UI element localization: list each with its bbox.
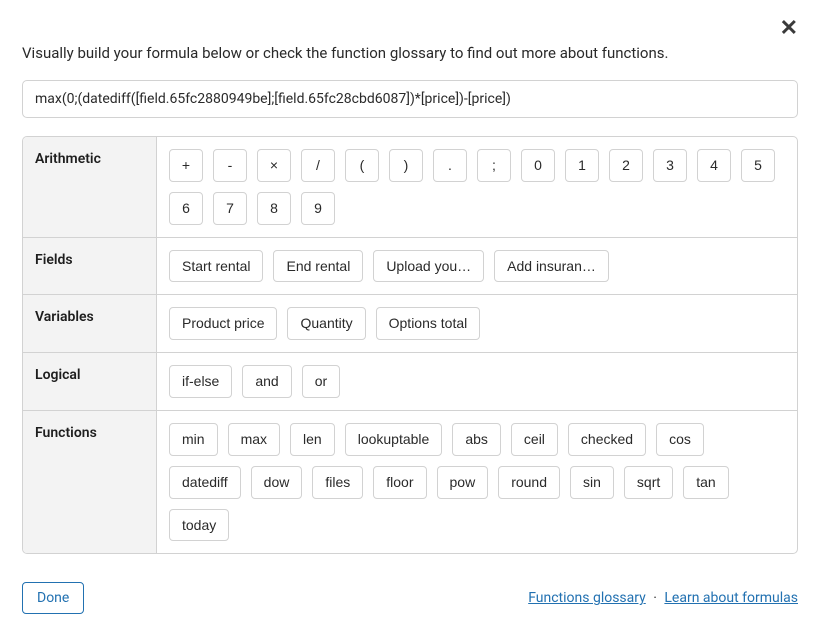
fn-checked[interactable]: checked [568, 423, 646, 456]
row-label: Functions [23, 411, 157, 553]
done-button[interactable]: Done [22, 582, 84, 614]
var-quantity[interactable]: Quantity [287, 307, 365, 340]
fn-len[interactable]: len [290, 423, 335, 456]
token-6[interactable]: 6 [169, 192, 203, 225]
row-arithmetic: Arithmetic + - × / ( ) . ; 0 1 2 3 4 5 6… [23, 137, 797, 238]
fn-max[interactable]: max [228, 423, 280, 456]
fn-cos[interactable]: cos [656, 423, 704, 456]
fn-lookuptable[interactable]: lookuptable [345, 423, 443, 456]
token-1[interactable]: 1 [565, 149, 599, 182]
token-7[interactable]: 7 [213, 192, 247, 225]
field-end-rental[interactable]: End rental [273, 250, 363, 283]
footer: Done Functions glossary · Learn about fo… [22, 582, 798, 614]
token-3[interactable]: 3 [653, 149, 687, 182]
token-4[interactable]: 4 [697, 149, 731, 182]
intro-text: Visually build your formula below or che… [22, 44, 798, 62]
token-semicolon[interactable]: ; [477, 149, 511, 182]
token-dot[interactable]: . [433, 149, 467, 182]
fn-round[interactable]: round [498, 466, 560, 499]
token-rparen[interactable]: ) [389, 149, 423, 182]
logical-ifelse[interactable]: if-else [169, 365, 232, 398]
row-functions: Functions min max len lookuptable abs ce… [23, 411, 797, 553]
token-8[interactable]: 8 [257, 192, 291, 225]
row-label: Variables [23, 295, 157, 352]
field-start-rental[interactable]: Start rental [169, 250, 263, 283]
fn-sin[interactable]: sin [570, 466, 614, 499]
field-upload[interactable]: Upload you… [373, 250, 484, 283]
row-content: Product price Quantity Options total [157, 295, 797, 352]
functions-glossary-link[interactable]: Functions glossary [528, 590, 646, 606]
row-label: Fields [23, 238, 157, 295]
row-label: Logical [23, 353, 157, 410]
token-minus[interactable]: - [213, 149, 247, 182]
row-fields: Fields Start rental End rental Upload yo… [23, 238, 797, 296]
footer-links: Functions glossary · Learn about formula… [528, 590, 798, 606]
fn-tan[interactable]: tan [683, 466, 728, 499]
var-options-total[interactable]: Options total [376, 307, 481, 340]
formula-input[interactable] [22, 80, 798, 118]
fn-datediff[interactable]: datediff [169, 466, 241, 499]
token-multiply[interactable]: × [257, 149, 291, 182]
row-content: min max len lookuptable abs ceil checked… [157, 411, 797, 553]
fn-ceil[interactable]: ceil [511, 423, 558, 456]
fn-today[interactable]: today [169, 509, 229, 542]
token-2[interactable]: 2 [609, 149, 643, 182]
fn-files[interactable]: files [312, 466, 363, 499]
token-9[interactable]: 9 [301, 192, 335, 225]
token-0[interactable]: 0 [521, 149, 555, 182]
fn-pow[interactable]: pow [437, 466, 489, 499]
fn-abs[interactable]: abs [452, 423, 501, 456]
field-add-insurance[interactable]: Add insuran… [494, 250, 609, 283]
token-divide[interactable]: / [301, 149, 335, 182]
row-content: Start rental End rental Upload you… Add … [157, 238, 797, 295]
token-lparen[interactable]: ( [345, 149, 379, 182]
logical-and[interactable]: and [242, 365, 291, 398]
row-logical: Logical if-else and or [23, 353, 797, 411]
separator-dot: · [653, 590, 660, 606]
row-content: if-else and or [157, 353, 797, 410]
fn-min[interactable]: min [169, 423, 218, 456]
learn-formulas-link[interactable]: Learn about formulas [664, 590, 798, 606]
row-content: + - × / ( ) . ; 0 1 2 3 4 5 6 7 8 9 [157, 137, 797, 237]
var-product-price[interactable]: Product price [169, 307, 277, 340]
fn-dow[interactable]: dow [251, 466, 303, 499]
row-variables: Variables Product price Quantity Options… [23, 295, 797, 353]
close-icon[interactable]: ✕ [780, 18, 798, 40]
row-label: Arithmetic [23, 137, 157, 237]
fn-sqrt[interactable]: sqrt [624, 466, 673, 499]
token-plus[interactable]: + [169, 149, 203, 182]
fn-floor[interactable]: floor [373, 466, 426, 499]
logical-or[interactable]: or [302, 365, 340, 398]
token-5[interactable]: 5 [741, 149, 775, 182]
formula-builder: Arithmetic + - × / ( ) . ; 0 1 2 3 4 5 6… [22, 136, 798, 554]
